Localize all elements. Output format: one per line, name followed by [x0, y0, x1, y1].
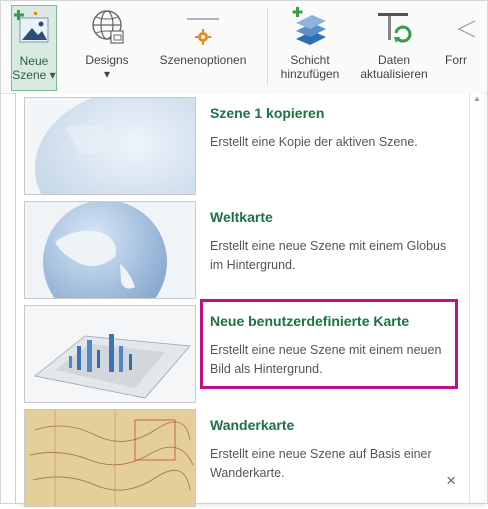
format-label: Forr [445, 53, 467, 67]
scene-options-icon [183, 7, 223, 47]
designs-label: Designs ▾ [85, 53, 129, 81]
ribbon-separator [267, 9, 268, 85]
copy-scene-thumbnail [24, 97, 196, 195]
menu-item-description: Erstellt eine Kopie der aktiven Szene. [210, 135, 418, 149]
custom-map-thumbnail [24, 305, 196, 403]
menu-item-copy-scene[interactable]: Szene 1 kopieren Erstellt eine Kopie der… [16, 93, 480, 197]
add-layer-button[interactable]: Schicht hinzufügen [273, 5, 347, 89]
app-frame: Neue Szene ▾ Designs ▾ Szenenoptionen Sc… [0, 0, 488, 507]
scene-options-button[interactable]: Szenenoptionen [147, 5, 259, 89]
menu-item-description: Erstellt eine neue Szene mit einem Globu… [210, 239, 447, 272]
world-map-thumbnail [24, 201, 196, 299]
scene-options-label: Szenenoptionen [159, 53, 247, 67]
add-layer-label: Schicht hinzufügen [280, 53, 340, 81]
globe-icon [87, 7, 127, 47]
menu-item-hiking-map[interactable]: Wanderkarte Erstellt eine neue Szene auf… [16, 405, 480, 509]
menu-item-title: Wanderkarte [210, 417, 295, 433]
menu-item-title: Szene 1 kopieren [210, 105, 325, 121]
selection-highlight-box [200, 299, 458, 389]
refresh-data-label: Daten aktualisieren [360, 53, 428, 81]
new-scene-label: Neue Szene ▾ [12, 54, 56, 82]
close-icon[interactable]: × [446, 471, 456, 491]
scrollbar[interactable]: ▲ [469, 93, 484, 503]
new-scene-dropdown: Szene 1 kopieren Erstellt eine Kopie der… [15, 93, 483, 507]
menu-item-world-map[interactable]: Weltkarte Erstellt eine neue Szene mit e… [16, 197, 480, 301]
format-button[interactable]: Forr [445, 5, 485, 89]
menu-item-title: Weltkarte [210, 209, 273, 225]
menu-item-description: Erstellt eine neue Szene auf Basis einer… [210, 447, 432, 480]
scroll-up-arrow-icon[interactable]: ▲ [473, 95, 481, 103]
format-icon [445, 7, 485, 47]
refresh-data-icon [374, 7, 414, 47]
hiking-map-thumbnail [24, 409, 196, 507]
new-scene-icon [14, 8, 54, 48]
refresh-data-button[interactable]: Daten aktualisieren [351, 5, 437, 89]
designs-button[interactable]: Designs ▾ [77, 5, 137, 89]
ribbon-toolbar: Neue Szene ▾ Designs ▾ Szenenoptionen Sc… [1, 1, 487, 94]
new-scene-button[interactable]: Neue Szene ▾ [11, 5, 57, 91]
add-layer-icon [290, 7, 330, 47]
